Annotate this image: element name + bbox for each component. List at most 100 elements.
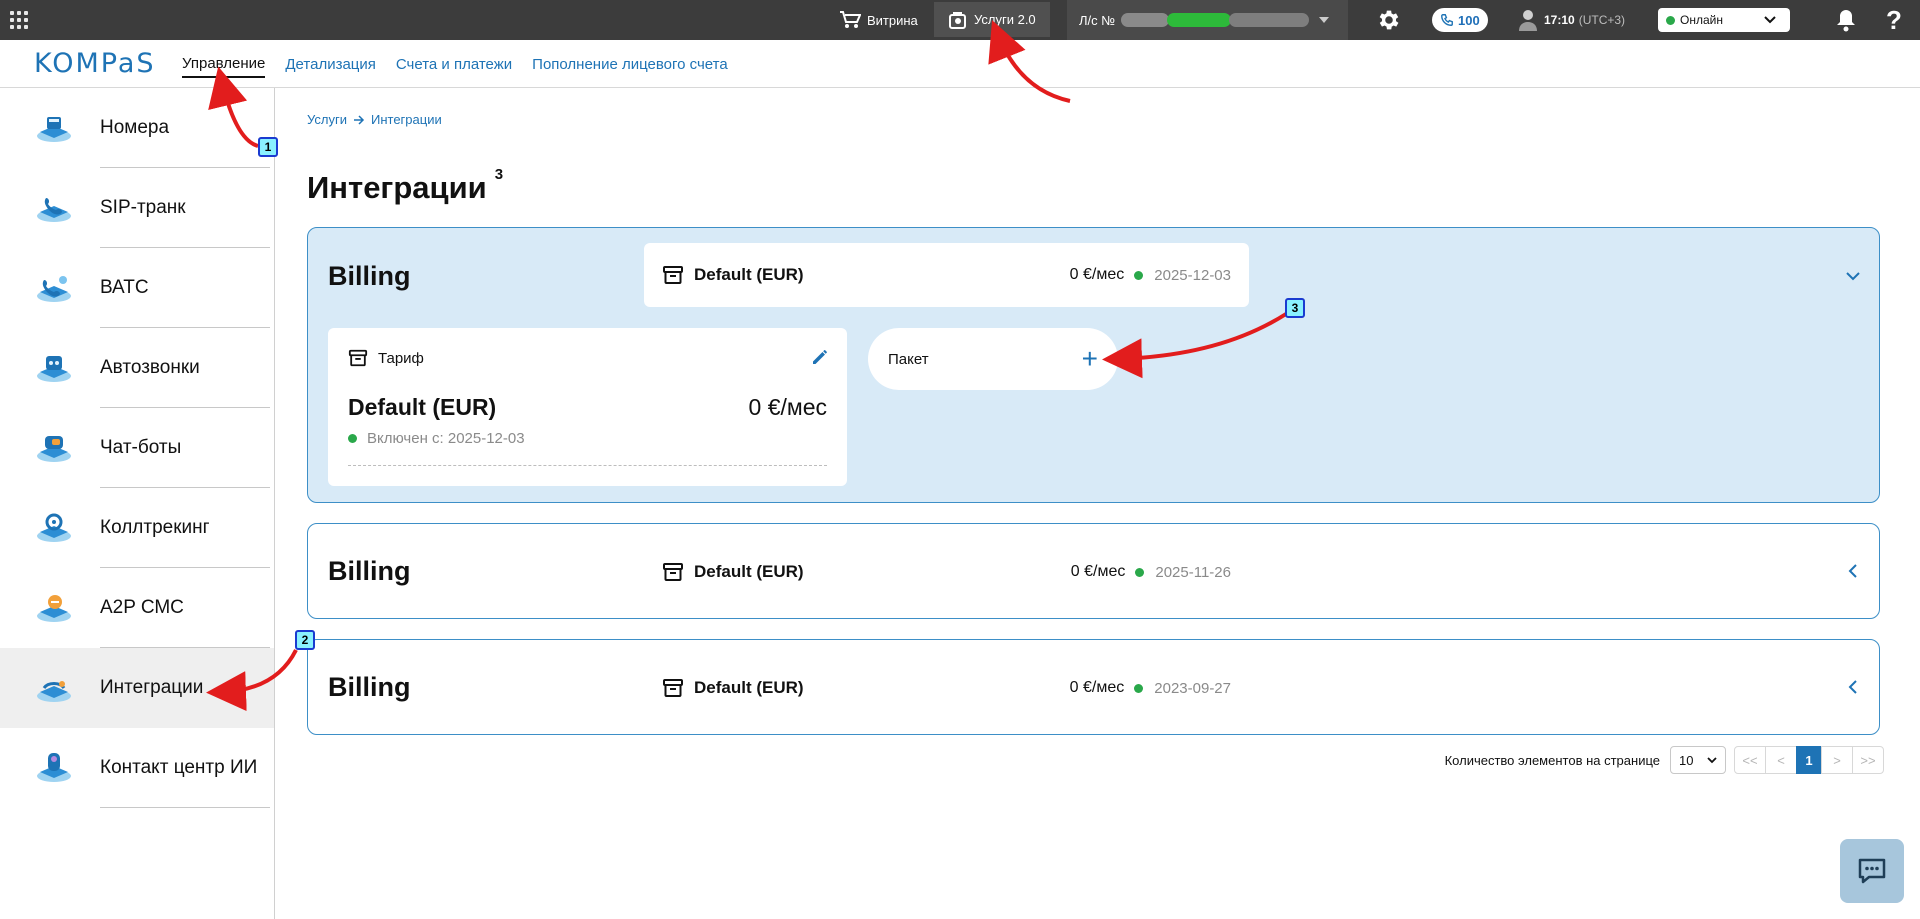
tariff-panel-header: Тариф bbox=[348, 348, 424, 368]
per-page-select[interactable]: 10 bbox=[1670, 746, 1726, 774]
breadcrumb: Услуги Интеграции bbox=[307, 112, 442, 127]
calltracking-icon bbox=[37, 513, 71, 542]
pencil-icon[interactable] bbox=[811, 348, 829, 366]
annotation-marker-2: 2 bbox=[295, 630, 315, 650]
online-dot bbox=[1666, 15, 1675, 25]
integration-card[interactable]: Billing Default (EUR) 0 €/мес 2025-11-26 bbox=[307, 523, 1880, 619]
chevron-left-icon[interactable] bbox=[1845, 563, 1861, 579]
archive-box-icon bbox=[663, 266, 683, 284]
notifications-button[interactable] bbox=[1836, 0, 1862, 40]
package-panel: Пакет + bbox=[868, 328, 1118, 390]
apps-grid-icon[interactable] bbox=[8, 9, 30, 31]
sidebar-item-label: Контакт центр ИИ bbox=[100, 757, 258, 778]
tariff-since-text: Включен с: 2025-12-03 bbox=[367, 430, 525, 447]
next-page-button[interactable]: > bbox=[1821, 746, 1853, 774]
active-dot bbox=[1134, 270, 1144, 280]
integration-card-expanded[interactable]: Billing Default (EUR) 0 €/мес 2025-12-03… bbox=[307, 227, 1880, 503]
ai-contact-center-icon bbox=[37, 753, 71, 782]
user-avatar-icon bbox=[1519, 10, 1537, 31]
nav-links: Управление Детализация Счета и платежи П… bbox=[182, 40, 748, 88]
sidebar-item-ai-contact-center[interactable]: Контакт центр ИИ bbox=[0, 728, 274, 808]
account-blur bbox=[1229, 13, 1310, 27]
calls-badge[interactable]: 100 bbox=[1432, 0, 1488, 40]
nav-link-topup[interactable]: Пополнение лицевого счета bbox=[532, 52, 728, 77]
status-select-box: Онлайн bbox=[1658, 8, 1790, 32]
page-title-mark: 3 bbox=[494, 165, 504, 183]
settings-button[interactable] bbox=[1376, 0, 1408, 40]
breadcrumb-current[interactable]: Интеграции bbox=[371, 112, 442, 127]
vats-icon bbox=[37, 276, 71, 302]
card-price: 0 €/мес bbox=[1070, 563, 1126, 580]
bell-icon bbox=[1837, 10, 1855, 32]
nav-link-details[interactable]: Детализация bbox=[285, 52, 376, 77]
sidebar-item-label: A2P СМС bbox=[100, 597, 184, 618]
sidebar-item-integrations[interactable]: Интеграции bbox=[0, 648, 274, 728]
dashed-divider bbox=[348, 465, 827, 466]
per-page-value: 10 bbox=[1679, 752, 1694, 768]
sidebar-item-sip-trunk[interactable]: SIP-транк bbox=[0, 168, 274, 248]
card-tariff-name: Default (EUR) bbox=[694, 265, 804, 284]
help-icon: ? bbox=[1886, 4, 1902, 35]
active-dot bbox=[348, 434, 357, 443]
account-selector[interactable]: Л/с № bbox=[1067, 0, 1348, 40]
card-tariff-name: Default (EUR) bbox=[694, 678, 804, 697]
sidebar-item-label: Коллтрекинг bbox=[100, 517, 210, 538]
sidebar-item-label: Автозвонки bbox=[100, 357, 200, 378]
help-button[interactable]: ? bbox=[1886, 0, 1902, 40]
per-page-label: Количество элементов на странице bbox=[1444, 752, 1660, 768]
nav-link-invoices[interactable]: Счета и платежи bbox=[396, 52, 512, 77]
chevron-down-icon bbox=[1764, 16, 1776, 24]
chevron-down-icon bbox=[1707, 756, 1717, 763]
breadcrumb-root[interactable]: Услуги bbox=[307, 112, 347, 127]
sidebar-item-autocalls[interactable]: Автозвонки bbox=[0, 328, 274, 408]
card-price: 0 €/мес bbox=[1069, 679, 1125, 696]
chevron-left-icon[interactable] bbox=[1845, 679, 1861, 695]
nav-link-management[interactable]: Управление bbox=[182, 51, 266, 78]
annotation-marker-1: 1 bbox=[258, 137, 278, 157]
add-package-button[interactable]: + bbox=[1082, 345, 1098, 373]
sidebar: Номера SIP-транк ВАТС Автозвонки Чат-бот… bbox=[0, 88, 275, 919]
services-label: Услуги 2.0 bbox=[974, 12, 1036, 27]
gear-icon bbox=[1379, 10, 1399, 30]
chat-support-button[interactable] bbox=[1840, 839, 1904, 903]
clock-time: 17:10 bbox=[1544, 13, 1575, 27]
showcase-link[interactable]: Витрина bbox=[839, 0, 918, 40]
account-blur bbox=[1121, 13, 1170, 27]
services-link[interactable]: Услуги 2.0 bbox=[934, 2, 1050, 37]
sidebar-item-label: Чат-боты bbox=[100, 437, 182, 458]
card-date: 2025-12-03 bbox=[1154, 266, 1231, 284]
active-dot bbox=[1134, 683, 1144, 693]
integration-card[interactable]: Billing Default (EUR) 0 €/мес 2023-09-27 bbox=[307, 639, 1880, 735]
prev-page-button[interactable]: < bbox=[1765, 746, 1797, 774]
sms-icon bbox=[37, 595, 71, 622]
sidebar-item-chatbots[interactable]: Чат-боты bbox=[0, 408, 274, 488]
pagination: Количество элементов на странице 10 << <… bbox=[1445, 746, 1884, 774]
main-nav: KOMPaS Управление Детализация Счета и пл… bbox=[0, 40, 1920, 88]
annotation-marker-3: 3 bbox=[1285, 298, 1305, 318]
caret-down-icon bbox=[1319, 17, 1330, 23]
sidebar-item-a2p-sms[interactable]: A2P СМС bbox=[0, 568, 274, 648]
sidebar-item-calltracking[interactable]: Коллтрекинг bbox=[0, 488, 274, 568]
archive-box-icon bbox=[663, 679, 683, 697]
last-page-button[interactable]: >> bbox=[1852, 746, 1884, 774]
status-select[interactable]: Онлайн bbox=[1658, 0, 1790, 40]
sidebar-item-vats[interactable]: ВАТС bbox=[0, 248, 274, 328]
archive-box-icon bbox=[663, 563, 683, 581]
chatbots-icon bbox=[37, 436, 71, 462]
kompas-logo[interactable]: KOMPaS bbox=[34, 48, 156, 79]
card-date: 2023-09-27 bbox=[1154, 679, 1231, 697]
arrow-right-icon bbox=[353, 114, 365, 125]
sidebar-item-label: Интеграции bbox=[100, 677, 204, 698]
sidebar-item-numbers[interactable]: Номера bbox=[0, 88, 274, 168]
sidebar-item-label: ВАТС bbox=[100, 277, 149, 298]
tariff-panel-price: 0 €/мес bbox=[748, 394, 827, 420]
chevron-down-icon[interactable] bbox=[1845, 268, 1861, 284]
status-value: Онлайн bbox=[1680, 13, 1723, 27]
page-title-text: Интеграции bbox=[307, 170, 487, 205]
cart-icon bbox=[840, 11, 861, 28]
first-page-button[interactable]: << bbox=[1734, 746, 1766, 774]
current-page-button[interactable]: 1 bbox=[1796, 746, 1822, 774]
showcase-label: Витрина bbox=[867, 12, 918, 28]
card-name: Billing bbox=[328, 261, 411, 291]
user-info[interactable]: 17:10 (UTC+3) bbox=[1518, 0, 1625, 40]
